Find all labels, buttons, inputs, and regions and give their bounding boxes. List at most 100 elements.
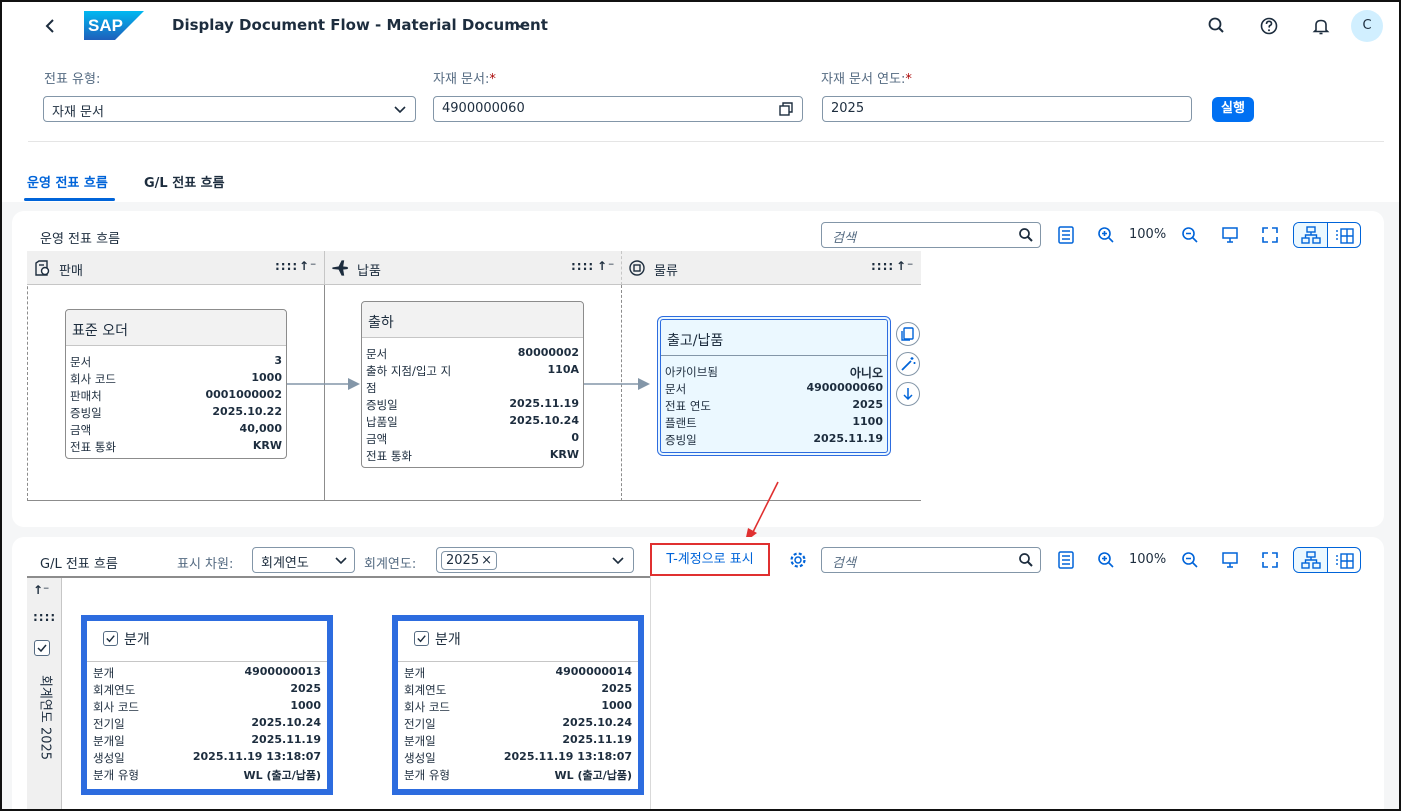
- gl-view-flow-button[interactable]: [1294, 548, 1328, 572]
- tab-gl-doc-flow[interactable]: G/L 전표 흐름: [144, 172, 225, 191]
- token-remove-icon[interactable]: ×: [481, 553, 492, 568]
- checkmark-icon: [37, 644, 47, 653]
- node-row: 증빙일 2025.11.19: [665, 432, 883, 447]
- gl-card-row: 분개일 2025.11.19: [93, 733, 321, 748]
- tab-selection-indicator: [24, 198, 115, 201]
- fiscal-year-label: 회계연도:: [364, 557, 417, 572]
- legend-list-icon[interactable]: [1055, 224, 1077, 246]
- node-shipment[interactable]: 출하 문서 80000002 출하 지점/입고 지 110A 점 증빙일 2025.1…: [361, 301, 584, 468]
- user-avatar[interactable]: C: [1351, 10, 1383, 42]
- doc-type-select[interactable]: 자재 문서: [43, 96, 416, 122]
- card-checkbox[interactable]: [414, 631, 429, 646]
- doc-type-label: 전표 유형:: [44, 72, 101, 87]
- app-title[interactable]: Display Document Flow - Material Documen…: [172, 16, 548, 34]
- zoom-in-icon[interactable]: [1095, 549, 1117, 571]
- lane-name-sales: 판매: [59, 264, 83, 279]
- gl-journal-card[interactable]: 분개 분개 4900000013 회계연도 2025 회사 코드 1000 전기일 20…: [81, 615, 333, 795]
- gl-card-title: 분개: [414, 629, 461, 649]
- mat-doc-year-input[interactable]: 2025: [822, 96, 1192, 122]
- gl-card-row: 분개 유형 WL (출고/납품): [404, 768, 632, 782]
- lane-sort-button[interactable]: ↑⁻: [299, 259, 317, 273]
- node-row: 출하 지점/입고 지 110A: [366, 363, 579, 378]
- dimension-label: 표시 차원:: [177, 557, 234, 572]
- run-button[interactable]: 실행: [1212, 97, 1254, 122]
- gl-card-row: 회사 코드 1000: [404, 699, 632, 714]
- notification-bell-icon[interactable]: [1309, 14, 1333, 38]
- node-row: 문서 3: [70, 354, 282, 369]
- fullscreen-icon[interactable]: [1259, 549, 1281, 571]
- help-icon[interactable]: [1257, 14, 1281, 38]
- mat-doc-label: 자재 문서:*: [433, 72, 496, 87]
- fiscal-year-multiselect[interactable]: 2025 ×: [436, 547, 634, 573]
- back-button[interactable]: [40, 14, 60, 38]
- lane-header-logistics: 물류 :::: ↑⁻: [621, 251, 921, 285]
- mat-doc-value: 4900000060: [442, 101, 525, 116]
- flow-hierarchy-icon: [1301, 226, 1321, 244]
- search-icon[interactable]: [1018, 227, 1034, 243]
- gl-search-placeholder: 검색: [832, 556, 856, 571]
- ops-view-flow-button[interactable]: [1294, 223, 1328, 247]
- grid-view-icon[interactable]: [1330, 224, 1360, 248]
- gl-lane-sort-button[interactable]: ↑⁻: [33, 583, 49, 597]
- fullscreen-icon[interactable]: [1259, 224, 1281, 246]
- lane-sort-button[interactable]: ↑⁻: [597, 259, 615, 273]
- gl-journal-card[interactable]: 분개 분개 4900000014 회계연도 2025 회사 코드 1000 전기일 20…: [392, 615, 644, 795]
- node-title: 표준 오더: [66, 310, 286, 346]
- ops-search-input[interactable]: 검색: [821, 222, 1041, 248]
- dimension-select[interactable]: 회계연도: [252, 547, 355, 573]
- node-row: 전표 통화 KRW: [366, 448, 579, 463]
- copy-icon: [901, 327, 914, 341]
- display-monitor-icon[interactable]: [1219, 224, 1241, 246]
- ops-view-toggle[interactable]: [1293, 222, 1361, 248]
- gl-card-row: 회사 코드 1000: [93, 699, 321, 714]
- fiscal-year-token-text: 2025: [446, 553, 480, 568]
- show-as-t-account-button[interactable]: T-계정으로 표시: [650, 543, 770, 576]
- grid-view-icon[interactable]: [1330, 549, 1360, 573]
- zoom-in-icon[interactable]: [1095, 224, 1117, 246]
- mat-doc-input[interactable]: 4900000060: [433, 96, 803, 122]
- gl-card-row: 전기일 2025.10.24: [93, 716, 321, 731]
- node-standard-order[interactable]: 표준 오더 문서 3 회사 코드 1000 판매처 0001000002 증빙일 202…: [65, 309, 287, 459]
- title-chevron-down-icon[interactable]: [514, 16, 526, 34]
- gl-card-row: 생성일 2025.11.19 13:18:07: [404, 750, 632, 765]
- sap-logo: SAP: [84, 11, 144, 40]
- lane-header-delivery: 납품 :::: ↑⁻: [324, 251, 621, 285]
- settings-gear-icon[interactable]: [787, 549, 809, 571]
- search-icon[interactable]: [1018, 552, 1034, 568]
- lane-drag-handle[interactable]: ::::: [275, 259, 298, 273]
- gl-search-input[interactable]: 검색: [821, 547, 1041, 573]
- gl-lane-drag-handle[interactable]: ::::: [33, 610, 56, 624]
- chevron-left-icon: [45, 19, 54, 33]
- node-title: 출고/납품: [661, 320, 887, 356]
- gl-lane-checkbox[interactable]: [34, 640, 50, 656]
- value-help-icon[interactable]: [778, 101, 794, 117]
- gl-card-row: 분개 4900000013: [93, 665, 321, 680]
- gl-view-toggle[interactable]: [1293, 547, 1361, 573]
- checkmark-icon: [106, 635, 115, 643]
- gl-lane-year-label: 회계연도 2025: [37, 674, 53, 761]
- lane-sort-button[interactable]: ↑⁻: [896, 259, 914, 273]
- node-row: 플랜트 1100: [665, 415, 883, 430]
- magic-wand-button[interactable]: [896, 352, 920, 376]
- filter-header: 전표 유형: 자재 문서 자재 문서:* 4900000060 자재 문서 연도…: [0, 52, 1401, 202]
- node-row: 회사 코드 1000: [70, 371, 282, 386]
- mat-doc-year-label: 자재 문서 연도:*: [821, 72, 912, 87]
- lane-header-sales: 판매 :::: ↑⁻: [27, 251, 324, 285]
- lane-drag-handle[interactable]: ::::: [871, 259, 894, 273]
- delivery-plane-icon: [332, 260, 349, 276]
- fiscal-year-token[interactable]: 2025 ×: [441, 551, 497, 570]
- gl-canvas-divider: [650, 576, 651, 811]
- tab-ops-doc-flow[interactable]: 운영 전표 흐름: [27, 172, 108, 191]
- zoom-out-icon[interactable]: [1179, 224, 1201, 246]
- lane-drag-handle[interactable]: ::::: [571, 259, 594, 273]
- display-monitor-icon[interactable]: [1219, 549, 1241, 571]
- lane-name-logistics: 물류: [654, 264, 678, 279]
- copy-node-button[interactable]: [896, 322, 920, 346]
- download-node-button[interactable]: [896, 382, 920, 406]
- node-row: 금액 40,000: [70, 422, 282, 437]
- node-goods-issue[interactable]: 출고/납품 아카이브됨 아니오 문서 4900000060 전표 연도 2025 플랜…: [657, 316, 891, 456]
- zoom-out-icon[interactable]: [1179, 549, 1201, 571]
- card-checkbox[interactable]: [103, 631, 118, 646]
- search-icon[interactable]: [1205, 14, 1229, 38]
- legend-list-icon[interactable]: [1055, 549, 1077, 571]
